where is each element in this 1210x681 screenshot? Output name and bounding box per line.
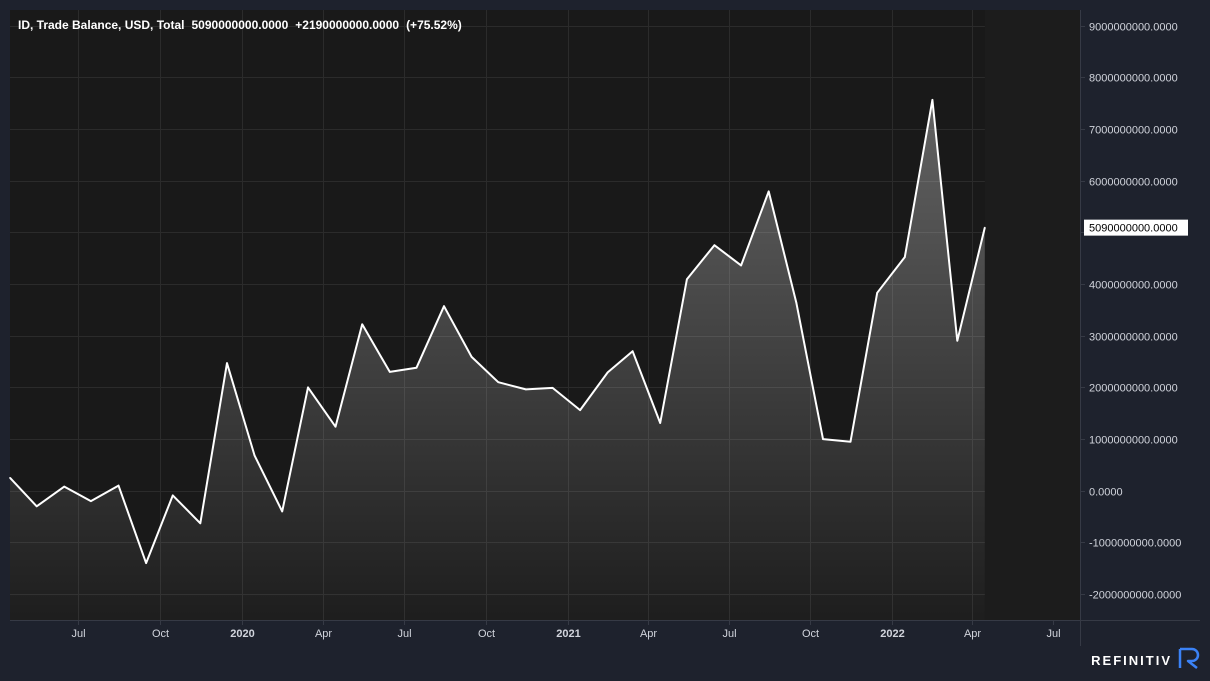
data-point xyxy=(9,477,11,479)
y-tick-label: 4000000000.0000 xyxy=(1089,280,1178,292)
x-tick-label: 2020 xyxy=(230,628,254,640)
y-tick-label: 0.0000 xyxy=(1089,487,1123,499)
x-tick-label: Apr xyxy=(964,628,981,640)
data-point xyxy=(551,387,554,389)
y-tick-label: 6000000000.0000 xyxy=(1089,177,1178,189)
data-point xyxy=(904,256,906,258)
data-point xyxy=(253,454,256,457)
legend-change-pct: (+75.52%) xyxy=(406,18,462,32)
data-point xyxy=(740,264,742,267)
future-region xyxy=(984,10,1080,620)
data-point xyxy=(631,350,634,353)
x-tick-label: Jul xyxy=(397,628,411,640)
data-point xyxy=(90,500,92,502)
data-point xyxy=(984,226,986,229)
data-point xyxy=(606,371,609,374)
data-point xyxy=(659,422,661,424)
data-point xyxy=(470,356,473,358)
y-tick-label: -1000000000.0000 xyxy=(1089,538,1181,550)
chart-container: 9000000000.0000 8000000000.0000 7000000000… xyxy=(0,0,1210,676)
y-axis[interactable]: 9000000000.0000 8000000000.0000 7000000000… xyxy=(1080,22,1181,602)
y-tick-label: 9000000000.0000 xyxy=(1089,22,1178,34)
last-value-label: 5090000000.0000 xyxy=(1089,223,1178,235)
data-point xyxy=(307,386,309,389)
last-value-marker: 5090000000.0000 xyxy=(1084,219,1188,236)
data-point xyxy=(579,409,581,411)
data-point xyxy=(497,381,500,384)
data-point xyxy=(226,362,228,364)
x-tick-label: Jul xyxy=(1046,628,1060,640)
data-point xyxy=(415,366,418,369)
data-point xyxy=(117,484,120,487)
data-point xyxy=(713,244,716,246)
x-tick-label: 2022 xyxy=(880,628,904,640)
data-point xyxy=(35,505,38,508)
y-tick-label: 3000000000.0000 xyxy=(1089,332,1178,344)
x-axis[interactable]: Jul Oct 2020 Apr Jul Oct 2021 Apr Jul Oct 2022 Apr J… xyxy=(71,620,1061,640)
data-point xyxy=(281,510,284,513)
data-point xyxy=(849,440,852,443)
x-tick-label: Apr xyxy=(640,628,657,640)
future-shade xyxy=(984,10,1080,620)
data-point xyxy=(199,522,202,525)
y-tick-label: 8000000000.0000 xyxy=(1089,73,1178,85)
data-point xyxy=(63,485,66,488)
x-tick-label: Jul xyxy=(71,628,85,640)
y-tick-label: 1000000000.0000 xyxy=(1089,435,1178,447)
data-point xyxy=(795,301,798,304)
x-tick-label: Oct xyxy=(152,628,169,640)
legend-change: +2190000000.0000 xyxy=(295,18,400,32)
x-tick-label: Jul xyxy=(722,628,736,640)
y-tick-label: -2000000000.0000 xyxy=(1089,590,1181,602)
data-point xyxy=(822,438,824,440)
data-point xyxy=(525,388,527,391)
x-tick-label: Oct xyxy=(802,628,819,640)
series-legend: ID, Trade Balance, USD, Total 5090000000.… xyxy=(18,18,469,32)
data-point xyxy=(443,305,445,308)
data-point xyxy=(172,494,174,497)
x-tick-label: Apr xyxy=(315,628,332,640)
data-point xyxy=(876,292,878,294)
data-point xyxy=(956,340,959,342)
data-point xyxy=(767,190,770,193)
legend-value: 5090000000.0000 xyxy=(191,18,289,32)
refinitiv-logo-icon xyxy=(1178,647,1200,674)
data-point xyxy=(361,323,364,326)
y-tick-label: 2000000000.0000 xyxy=(1089,383,1178,395)
data-point xyxy=(389,371,391,373)
data-point xyxy=(931,99,934,101)
x-tick-label: 2021 xyxy=(556,628,580,640)
y-tick-label: 7000000000.0000 xyxy=(1089,125,1178,137)
chart-svg: 9000000000.0000 8000000000.0000 7000000000… xyxy=(9,10,1200,646)
x-tick-label: Oct xyxy=(478,628,495,640)
brand[interactable]: REFINITIV xyxy=(1091,647,1200,674)
brand-name: REFINITIV xyxy=(1091,652,1172,668)
legend-title: ID, Trade Balance, USD, Total xyxy=(18,18,185,32)
data-point xyxy=(334,425,337,428)
data-point xyxy=(686,278,688,281)
data-point xyxy=(145,562,147,564)
